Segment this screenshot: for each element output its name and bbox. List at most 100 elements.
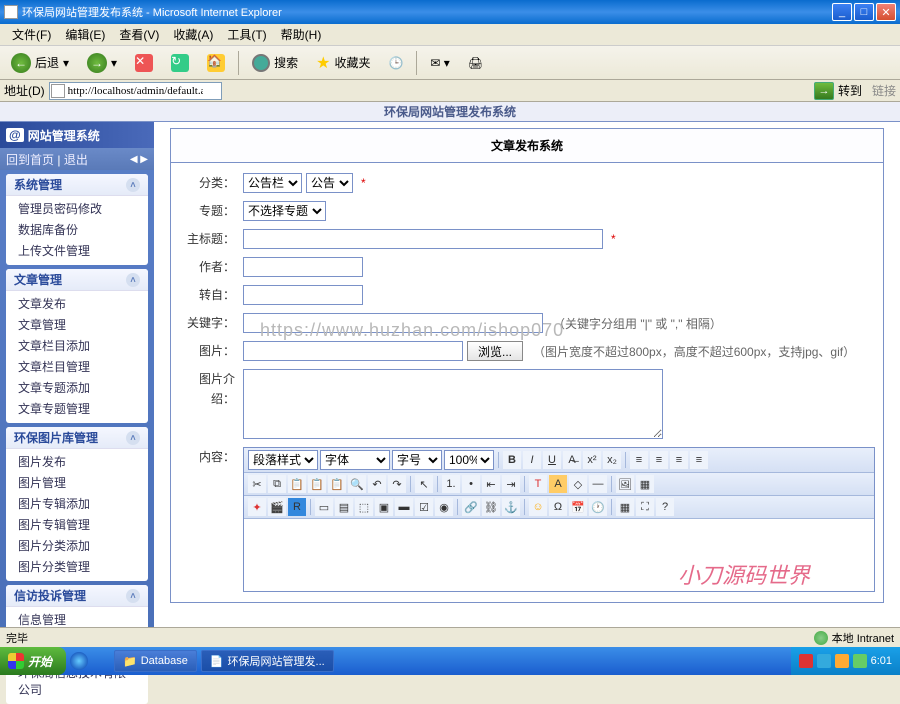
mail-button[interactable]: ✉ ▾ [423, 50, 456, 76]
sidebar-item[interactable]: 图片发布 [14, 451, 140, 472]
back-button[interactable]: ←后退 ▾ [4, 50, 76, 76]
ie-icon[interactable] [70, 652, 88, 670]
menu-edit[interactable]: 编辑(E) [59, 24, 111, 45]
bold-icon[interactable]: B [503, 451, 521, 469]
media-icon[interactable]: 🎬 [268, 498, 286, 516]
sidebar-home-link[interactable]: 回到首页 [6, 153, 54, 167]
outdent-icon[interactable]: ⇤ [482, 475, 500, 493]
sidebar-item[interactable]: 文章栏目添加 [14, 335, 140, 356]
stop-button[interactable]: ✕ [128, 50, 160, 76]
menu-favorites[interactable]: 收藏(A) [167, 24, 219, 45]
select-subcategory[interactable]: 公告 [306, 173, 353, 193]
sidebar-item[interactable]: 数据库备份 [14, 219, 140, 240]
sidebar-item[interactable]: 图片专辑管理 [14, 514, 140, 535]
tray-icon[interactable] [799, 654, 813, 668]
find-icon[interactable]: 🔍 [348, 475, 366, 493]
list-ul-icon[interactable]: • [462, 475, 480, 493]
sidebar-group-header[interactable]: 文章管理˄ [6, 269, 148, 291]
home-button[interactable]: 🏠 [200, 50, 232, 76]
sidebar-item[interactable]: 上传文件管理 [14, 240, 140, 261]
select-topic[interactable]: 不选择专题 [243, 201, 326, 221]
sidebar-item[interactable]: 文章发布 [14, 293, 140, 314]
time-icon[interactable]: 🕐 [589, 498, 607, 516]
form-icon[interactable]: ▤ [335, 498, 353, 516]
list-ol-icon[interactable]: 1. [442, 475, 460, 493]
browse-button[interactable]: 浏览... [467, 341, 523, 361]
special-char-icon[interactable]: Ω [549, 498, 567, 516]
sidebar-item[interactable]: 文章专题添加 [14, 377, 140, 398]
sidebar-arrows[interactable]: ◀ ▶ [130, 154, 148, 165]
editor-content[interactable] [244, 519, 874, 591]
insert-table-icon[interactable]: ▦ [636, 475, 654, 493]
editor-font[interactable]: 字体 [320, 450, 390, 470]
close-button[interactable]: ✕ [876, 3, 896, 21]
tray-icon[interactable] [853, 654, 867, 668]
copy-icon[interactable]: ⧉ [268, 475, 286, 493]
layer-icon[interactable]: ▭ [315, 498, 333, 516]
tray-icon[interactable] [817, 654, 831, 668]
align-left-icon[interactable]: ≡ [630, 451, 648, 469]
favorites-button[interactable]: ★收藏夹 [309, 50, 377, 76]
help-icon[interactable]: ? [656, 498, 674, 516]
sidebar-group-header[interactable]: 环保图片库管理˄ [6, 427, 148, 449]
forward-button[interactable]: → ▾ [80, 50, 124, 76]
remove-format-icon[interactable]: ◇ [569, 475, 587, 493]
sidebar-item[interactable]: 文章专题管理 [14, 398, 140, 419]
editor-fontsize[interactable]: 字号 [392, 450, 442, 470]
select-category[interactable]: 公告栏 [243, 173, 302, 193]
sidebar-item[interactable]: 图片管理 [14, 472, 140, 493]
textfield-icon[interactable]: ⬚ [355, 498, 373, 516]
go-button[interactable]: → [814, 82, 834, 100]
cut-icon[interactable]: ✂ [248, 475, 266, 493]
align-center-icon[interactable]: ≡ [650, 451, 668, 469]
menu-file[interactable]: 文件(F) [6, 24, 57, 45]
flash-icon[interactable]: ✦ [248, 498, 266, 516]
radio-icon[interactable]: ◉ [435, 498, 453, 516]
textarea-image-intro[interactable] [243, 369, 663, 439]
textarea-icon[interactable]: ▣ [375, 498, 393, 516]
input-reprint[interactable] [243, 285, 363, 305]
insert-image-icon[interactable]: 🖼 [616, 475, 634, 493]
italic-icon[interactable]: I [523, 451, 541, 469]
paste-text-icon[interactable]: 📋 [308, 475, 326, 493]
tray-icon[interactable] [835, 654, 849, 668]
paste-icon[interactable]: 📋 [288, 475, 306, 493]
unlink-icon[interactable]: ⛓ [482, 498, 500, 516]
minimize-button[interactable]: _ [832, 3, 852, 21]
taskbar-item-database[interactable]: 📁 Database [114, 650, 197, 672]
forecolor-icon[interactable]: T [529, 475, 547, 493]
sidebar-item[interactable]: 管理员密码修改 [14, 198, 140, 219]
desktop-icon[interactable] [90, 652, 108, 670]
input-keywords[interactable] [243, 313, 543, 333]
underline-icon[interactable]: U [543, 451, 561, 469]
button-icon[interactable]: ▬ [395, 498, 413, 516]
undo-icon[interactable]: ↶ [368, 475, 386, 493]
sidebar-item[interactable]: 图片分类添加 [14, 535, 140, 556]
date-icon[interactable]: 📅 [569, 498, 587, 516]
sup-icon[interactable]: x² [583, 451, 601, 469]
indent-icon[interactable]: ⇥ [502, 475, 520, 493]
strike-icon[interactable]: A̶ [563, 451, 581, 469]
redo-icon[interactable]: ↷ [388, 475, 406, 493]
menu-view[interactable]: 查看(V) [113, 24, 165, 45]
taskbar-item-ie[interactable]: 📄 环保局网站管理发... [201, 650, 334, 672]
pointer-icon[interactable]: ↖ [415, 475, 433, 493]
checkbox-icon[interactable]: ☑ [415, 498, 433, 516]
sidebar-logout-link[interactable]: 退出 [64, 153, 88, 167]
sidebar-group-header[interactable]: 系统管理˄ [6, 174, 148, 196]
sidebar-item[interactable]: 文章管理 [14, 314, 140, 335]
links-label[interactable]: 链接 [872, 82, 896, 99]
start-button[interactable]: 开始 [0, 647, 66, 675]
sub-icon[interactable]: x₂ [603, 451, 621, 469]
align-justify-icon[interactable]: ≡ [690, 451, 708, 469]
sidebar-item[interactable]: 图片专辑添加 [14, 493, 140, 514]
backcolor-icon[interactable]: A [549, 475, 567, 493]
align-right-icon[interactable]: ≡ [670, 451, 688, 469]
maximize-button[interactable]: □ [854, 3, 874, 21]
source-icon[interactable]: ▦ [616, 498, 634, 516]
address-input[interactable] [49, 82, 222, 100]
menu-tools[interactable]: 工具(T) [221, 24, 272, 45]
hr-icon[interactable]: — [589, 475, 607, 493]
sidebar-item[interactable]: 图片分类管理 [14, 556, 140, 577]
history-button[interactable]: 🕒 [381, 50, 410, 76]
